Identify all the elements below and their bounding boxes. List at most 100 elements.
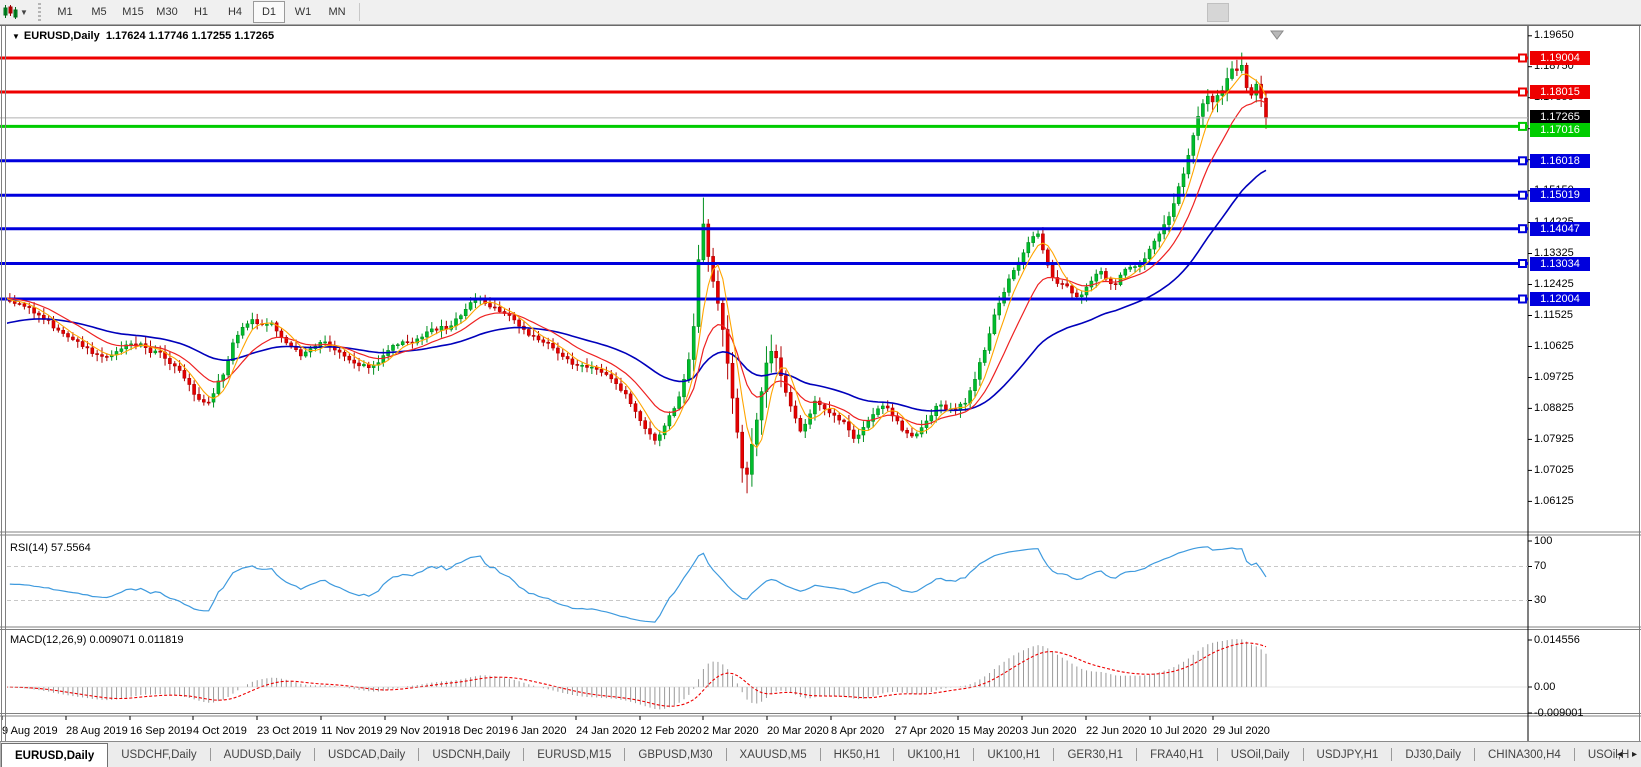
tab-eurusd-m15[interactable]: EURUSD,M15 [524, 742, 624, 767]
line-handle [1518, 121, 1527, 131]
ohlc-close: 1.17265 [234, 30, 275, 42]
timeframe-button-m30[interactable]: M30 [151, 1, 183, 23]
price-line-flag-1.13034[interactable]: 1.13034 [1530, 256, 1590, 271]
rsi-header: RSI(14) 57.5564 [10, 542, 91, 554]
tab-xauusd-m5[interactable]: XAUUSD,M5 [727, 742, 820, 767]
tab-usdcnh-daily[interactable]: USDCNH,Daily [419, 742, 523, 767]
timeframe-button-m5[interactable]: M5 [83, 1, 115, 23]
price-tick-1.07925: 1.07925 [1534, 432, 1574, 445]
price-line-flag-1.16018[interactable]: 1.16018 [1530, 153, 1590, 168]
tab-items: EURUSD,Daily USDCHF,Daily AUDUSD,Daily USDC… [1, 742, 1641, 767]
price-line-flag-1.15019[interactable]: 1.15019 [1530, 188, 1590, 203]
ohlc-low: 1.17255 [191, 30, 232, 42]
date-label-1: 28 Aug 2019 [66, 725, 128, 737]
timeframe-button-h1[interactable]: H1 [185, 1, 217, 23]
price-line-flag-1.12004[interactable]: 1.12004 [1530, 291, 1590, 306]
chart-title[interactable]: ▼ EURUSD,Daily 1.17624 1.17746 1.17255 1.… [12, 30, 274, 42]
rsi-tick-100: 100 [1534, 534, 1553, 547]
line-handle [1518, 259, 1527, 268]
chart-tab-bar: EURUSD,Daily USDCHF,Daily AUDUSD,Daily USDC… [0, 741, 1641, 767]
chart-type-button[interactable]: ▼ [2, 2, 32, 22]
date-label-14: 27 Apr 2020 [895, 725, 955, 737]
date-label-2: 16 Sep 2019 [130, 725, 193, 737]
price-line-flag-1.19004[interactable]: 1.19004 [1530, 51, 1590, 65]
ohlc-open: 1.17624 [105, 30, 146, 42]
date-label-15: 15 May 2020 [958, 725, 1022, 737]
price-tick-1.07025: 1.07025 [1534, 463, 1574, 476]
timeframe-button-m1[interactable]: M1 [49, 1, 81, 23]
date-label-3: 4 Oct 2019 [193, 725, 247, 737]
tab-usdchf-daily[interactable]: USDCHF,Daily [108, 742, 209, 767]
price-tick-1.06125: 1.06125 [1534, 494, 1574, 507]
macd-header: MACD(12,26,9) 0.009071 0.011819 [10, 634, 184, 646]
tab-gbpusd-m30[interactable]: GBPUSD,M30 [625, 742, 725, 767]
date-label-19: 29 Jul 2020 [1213, 725, 1270, 737]
rsi-tick-30: 30 [1534, 594, 1547, 606]
date-label-17: 22 Jun 2020 [1086, 725, 1147, 737]
tab-usdcad-daily[interactable]: USDCAD,Daily [315, 742, 418, 767]
macd-tick-0.00: 0.00 [1534, 680, 1556, 693]
date-label-18: 10 Jul 2020 [1150, 725, 1207, 737]
candlestick-chart-icon [3, 5, 18, 19]
tab-usdjpy-h1[interactable]: USDJPY,H1 [1304, 742, 1392, 767]
timeframe-button-d1[interactable]: D1 [253, 1, 285, 23]
tab-scroll-right-button[interactable]: ▸ [1632, 749, 1637, 760]
chart-symbol: EURUSD,Daily [23, 30, 100, 42]
timeframe-button-mn[interactable]: MN [321, 1, 353, 23]
price-tick-1.12425: 1.12425 [1534, 278, 1574, 290]
date-label-13: 8 Apr 2020 [831, 725, 885, 737]
line-handle [1518, 53, 1527, 63]
price-tick-1.10625: 1.10625 [1534, 339, 1574, 352]
tab-scroll-left-button[interactable]: ◂ [1617, 749, 1622, 760]
tab-fra40-h1[interactable]: FRA40,H1 [1137, 742, 1217, 767]
date-label-12: 20 Mar 2020 [767, 725, 829, 737]
ohlc-high: 1.17746 [148, 30, 189, 42]
line-handle [1518, 156, 1527, 166]
tab-eurusd-daily[interactable]: EURUSD,Daily [1, 743, 109, 767]
tab-usoil-daily[interactable]: USOil,Daily [1218, 742, 1303, 767]
price-line-flag-1.18015[interactable]: 1.18015 [1530, 85, 1590, 100]
timeframe-button-w1[interactable]: W1 [287, 1, 319, 23]
window-border-right [1639, 26, 1640, 741]
window-border-left-inner [5, 26, 6, 741]
toolbar-overflow-button[interactable] [1207, 3, 1229, 22]
toolbar-separator [359, 3, 360, 21]
date-label-8: 6 Jan 2020 [512, 725, 567, 737]
window-border-left [1, 26, 2, 741]
price-line-flag-1.17016[interactable]: 1.17016 [1530, 123, 1590, 138]
chevron-down-icon: ▼ [20, 7, 28, 17]
toolbar-grip [38, 3, 44, 21]
macd-tick-0.014556: 0.014556 [1534, 633, 1580, 646]
timeframe-button-m15[interactable]: M15 [117, 1, 149, 23]
macd-tick--0.009001: -0.009001 [1534, 706, 1584, 719]
tab-uk100-h1[interactable]: UK100,H1 [894, 742, 973, 767]
date-label-16: 3 Jun 2020 [1022, 725, 1077, 737]
current-price-flag: 1.17265 [1530, 109, 1590, 124]
line-handle [1518, 190, 1527, 200]
top-toolbar: ▼ M1 M5 M15 M30 H1 H4 D1 W1 MN [0, 0, 1641, 25]
line-handle [1518, 294, 1527, 304]
chevron-down-icon: ▼ [12, 32, 20, 41]
tab-uk100-h1[interactable]: UK100,H1 [974, 742, 1053, 767]
tab-hk50-h1[interactable]: HK50,H1 [821, 742, 894, 767]
date-label-5: 11 Nov 2019 [321, 725, 383, 737]
price-tick-1.19650: 1.19650 [1534, 29, 1574, 42]
price-tick-1.09725: 1.09725 [1534, 370, 1574, 383]
price-tick-1.08825: 1.08825 [1534, 401, 1574, 414]
main-chart-svg[interactable] [0, 26, 1641, 741]
tab-china300-h4[interactable]: CHINA300,H4 [1475, 742, 1574, 767]
tab-ger30-h1[interactable]: GER30,H1 [1054, 742, 1136, 767]
chart-window: ▼ EURUSD,Daily 1.17624 1.17746 1.17255 1.… [0, 25, 1641, 741]
date-label-11: 2 Mar 2020 [703, 725, 759, 737]
line-handle [1518, 87, 1527, 97]
tab-audusd-daily[interactable]: AUDUSD,Daily [211, 742, 314, 767]
rsi-tick-70: 70 [1534, 560, 1547, 572]
timeframe-button-group: M1 M5 M15 M30 H1 H4 D1 W1 MN [48, 1, 354, 23]
price-line-flag-1.14047[interactable]: 1.14047 [1530, 221, 1590, 236]
line-handle [1518, 224, 1527, 234]
date-label-0: 9 Aug 2019 [2, 725, 58, 737]
tab-dj30-daily[interactable]: DJ30,Daily [1392, 742, 1474, 767]
date-label-4: 23 Oct 2019 [257, 725, 317, 737]
timeframe-button-h4[interactable]: H4 [219, 1, 251, 23]
date-label-10: 12 Feb 2020 [640, 725, 702, 737]
